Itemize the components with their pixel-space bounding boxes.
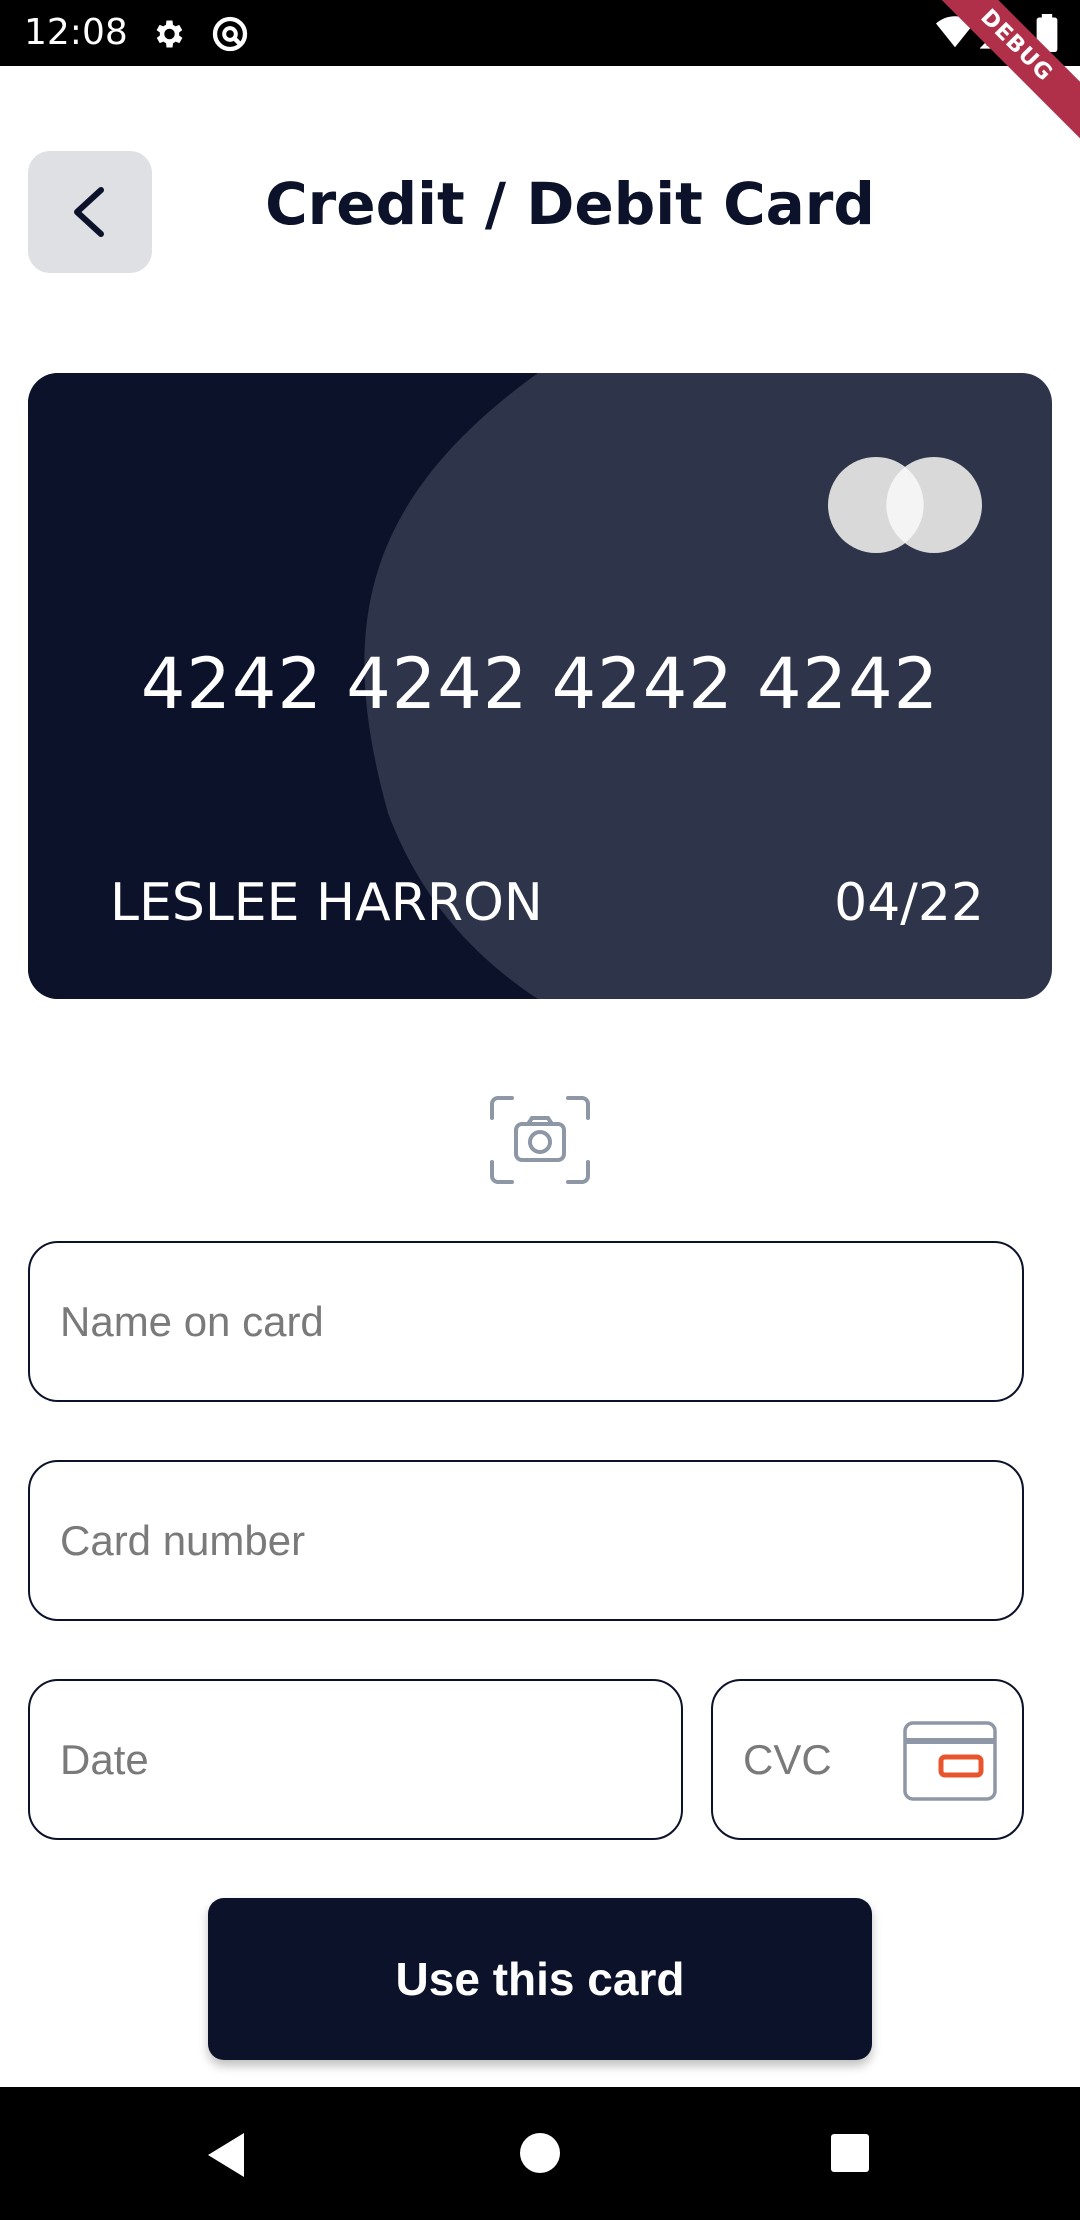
use-this-card-button[interactable]: Use this card xyxy=(208,1898,872,2060)
name-on-card-field[interactable] xyxy=(28,1241,1024,1402)
nav-home-icon[interactable] xyxy=(518,2131,562,2175)
status-bar: 12:08 xyxy=(0,0,1080,66)
card-number-field[interactable] xyxy=(28,1460,1024,1621)
cvc-field[interactable] xyxy=(711,1679,1024,1840)
navigation-bar xyxy=(0,2087,1080,2220)
card-holder-name: LESLEE HARRON xyxy=(110,873,543,933)
page-title: Credit / Debit Card xyxy=(265,170,875,238)
card-expiry: 04/22 xyxy=(834,873,984,933)
mastercard-logo-icon xyxy=(828,457,982,553)
nav-recents-icon[interactable] xyxy=(830,2133,870,2173)
card-back-icon xyxy=(903,1721,997,1801)
status-time: 12:08 xyxy=(24,12,128,53)
date-field[interactable] xyxy=(28,1679,683,1840)
card-number-input[interactable] xyxy=(60,1462,992,1619)
credit-card-preview: 4242 4242 4242 4242 LESLEE HARRON 04/22 xyxy=(28,373,1052,999)
chevron-left-icon xyxy=(74,187,104,237)
name-on-card-input[interactable] xyxy=(60,1243,992,1400)
back-button[interactable] xyxy=(28,151,152,273)
gear-icon xyxy=(156,20,183,48)
cvc-input[interactable] xyxy=(743,1681,893,1838)
card-number: 4242 4242 4242 4242 xyxy=(140,643,940,725)
camera-scan-icon[interactable] xyxy=(488,1096,592,1184)
nav-back-icon[interactable] xyxy=(204,2131,248,2179)
sync-icon xyxy=(212,16,248,52)
date-input[interactable] xyxy=(60,1681,651,1838)
